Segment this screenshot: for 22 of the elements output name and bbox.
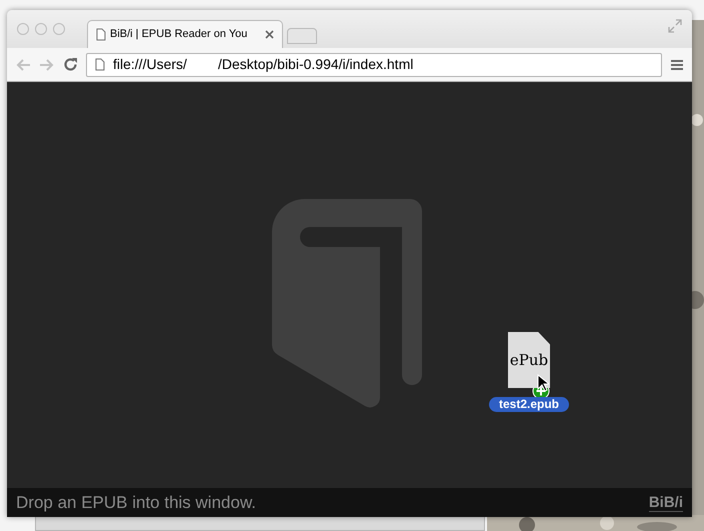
back-icon[interactable] (15, 58, 31, 72)
url-text: file:///Users/ /Desktop/bibi-0.994/i/index.html (113, 55, 414, 74)
tab-title: BiB/i | EPUB Reader on You (110, 27, 248, 42)
window-control-icon[interactable] (17, 23, 29, 35)
file-icon-text: ePub (510, 350, 548, 371)
address-bar[interactable]: file:///Users/ /Desktop/bibi-0.994/i/index.html (86, 52, 662, 76)
forward-icon[interactable] (39, 58, 55, 72)
new-tab-button[interactable] (287, 28, 317, 44)
cursor-icon (537, 374, 549, 392)
epub-file-icon[interactable]: ePub (508, 332, 550, 388)
page-icon (96, 28, 106, 41)
window-control-icon[interactable] (35, 23, 47, 35)
logo: BiB/i (648, 494, 683, 512)
window-control-icon[interactable] (53, 23, 65, 35)
fullscreen-icon[interactable] (668, 19, 682, 33)
file-name: test2.epub (489, 397, 570, 412)
browser-tab[interactable]: BiB/i | EPUB Reader on You (87, 20, 283, 48)
menu-icon[interactable] (670, 58, 684, 70)
close-icon[interactable] (265, 30, 274, 39)
reload-icon[interactable] (63, 57, 78, 72)
footer-message: Drop an EPUB into this window. (16, 492, 256, 514)
page-icon (95, 58, 105, 71)
